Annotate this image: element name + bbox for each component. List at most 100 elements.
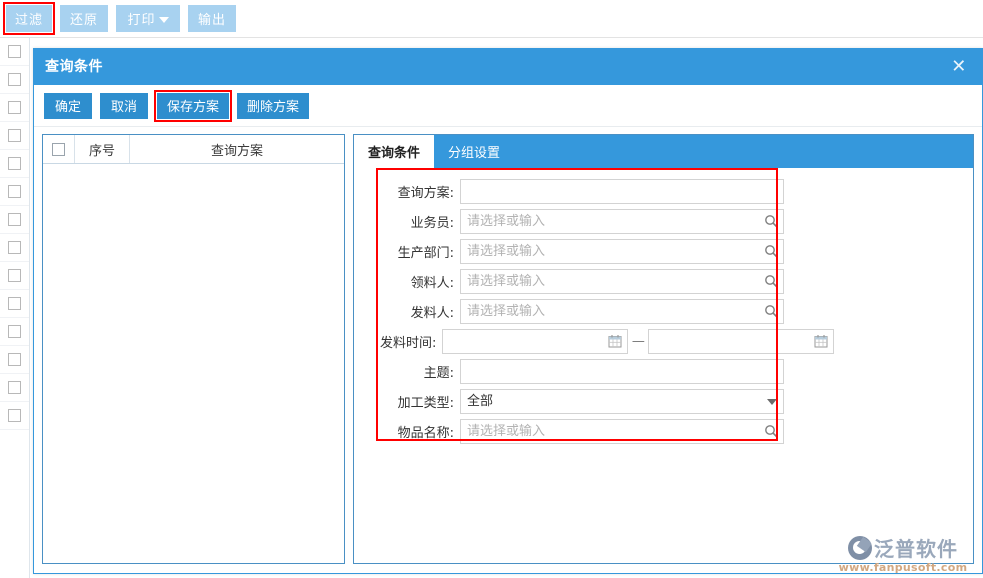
label-scheme-name: 查询方案:	[397, 185, 454, 201]
production-dept-input[interactable]	[460, 238, 784, 264]
top-toolbar: 过滤 还原 打印 输出	[0, 0, 983, 38]
scheme-name-input[interactable]	[460, 178, 784, 204]
dialog-body: 序号 查询方案 查询条件 分组设置 查询方案: 业务员: 请选择或输入 生产部门…	[34, 127, 982, 572]
subject-input[interactable]	[460, 358, 784, 384]
row-checkbox[interactable]	[8, 129, 21, 142]
chevron-down-icon	[158, 17, 169, 24]
row-checkbox[interactable]	[8, 409, 21, 422]
column-header-scheme: 查询方案	[210, 143, 263, 159]
scheme-list-panel: 序号 查询方案	[42, 134, 345, 564]
search-icon[interactable]	[762, 302, 780, 321]
date-range-separator: —	[631, 333, 645, 349]
export-button[interactable]: 输出	[188, 5, 236, 32]
table-row[interactable]	[0, 290, 29, 318]
field-row-scheme-name: 查询方案:	[380, 176, 784, 206]
tab-group-settings[interactable]: 分组设置	[434, 135, 514, 168]
issue-date-end-input[interactable]	[648, 328, 835, 354]
app-root: 过滤 还原 打印 输出 查询条件 ✕ 确定 取消 保存方案 删除方案 序号 查询…	[0, 0, 983, 578]
row-checkbox[interactable]	[8, 101, 21, 114]
date-range: —	[442, 328, 835, 354]
row-checkbox[interactable]	[8, 325, 21, 338]
query-form: 查询方案: 业务员: 请选择或输入 生产部门: 请选择或输入 领料人: 请选择或…	[380, 176, 835, 446]
dialog-action-bar: 确定 取消 保存方案 删除方案	[34, 85, 982, 127]
conditions-panel: 查询条件 分组设置 查询方案: 业务员: 请选择或输入 生产部门: 请选择或输入…	[353, 134, 974, 564]
restore-button[interactable]: 还原	[60, 5, 108, 32]
table-row[interactable]	[0, 346, 29, 374]
table-row[interactable]	[0, 234, 29, 262]
row-checkbox[interactable]	[8, 157, 21, 170]
table-row[interactable]	[0, 206, 29, 234]
label-item-name: 物品名称:	[397, 425, 454, 441]
background-grid	[0, 38, 30, 578]
table-row[interactable]	[0, 150, 29, 178]
select-all-cell[interactable]	[43, 135, 75, 163]
label-receiver: 领料人:	[410, 275, 454, 291]
print-button[interactable]: 打印	[116, 5, 180, 32]
print-button-label: 打印	[127, 12, 156, 27]
delete-scheme-button[interactable]: 删除方案	[237, 93, 309, 119]
date-start-box	[442, 328, 629, 354]
receiver-input[interactable]	[460, 268, 784, 294]
row-checkbox[interactable]	[8, 269, 21, 282]
table-row[interactable]	[0, 122, 29, 150]
issuer-input[interactable]	[460, 298, 784, 324]
table-row[interactable]	[0, 318, 29, 346]
scheme-table-body[interactable]	[43, 164, 344, 563]
field-row-receiver: 领料人:	[380, 266, 784, 296]
label-subject: 主题:	[423, 365, 454, 381]
tab-bar: 查询条件 分组设置	[354, 135, 973, 168]
control-receiver	[460, 268, 784, 294]
control-item-name	[460, 418, 784, 444]
field-row-issuer: 发料人:	[380, 296, 784, 326]
calendar-icon[interactable]	[812, 332, 830, 351]
salesperson-input[interactable]	[460, 208, 784, 234]
search-icon[interactable]	[762, 422, 780, 441]
search-icon[interactable]	[762, 212, 780, 231]
close-icon[interactable]: ✕	[944, 49, 974, 85]
search-icon[interactable]	[762, 272, 780, 291]
query-conditions-dialog: 查询条件 ✕ 确定 取消 保存方案 删除方案 序号 查询方案 查询条件 分组设置…	[33, 48, 983, 574]
field-row-subject: 主题:	[380, 356, 784, 386]
table-row[interactable]	[0, 402, 29, 430]
row-checkbox[interactable]	[8, 241, 21, 254]
control-process-type: 全部	[460, 388, 784, 414]
field-row-production-dept: 生产部门:	[380, 236, 784, 266]
label-issuer: 发料人:	[410, 305, 454, 321]
calendar-icon[interactable]	[606, 332, 624, 351]
save-scheme-button[interactable]: 保存方案	[157, 93, 229, 119]
filter-button[interactable]: 过滤	[6, 5, 52, 32]
row-checkbox[interactable]	[8, 45, 21, 58]
row-checkbox[interactable]	[8, 297, 21, 310]
select-all-checkbox[interactable]	[52, 142, 65, 156]
process-type-select[interactable]: 全部	[460, 388, 784, 414]
table-row[interactable]	[0, 66, 29, 94]
label-issue-date: 发料时间:	[380, 335, 437, 351]
cancel-button[interactable]: 取消	[100, 93, 148, 119]
search-icon[interactable]	[762, 242, 780, 261]
item-name-input[interactable]	[460, 418, 784, 444]
scheme-table-header: 序号 查询方案	[43, 135, 344, 164]
row-checkbox[interactable]	[8, 213, 21, 226]
label-production-dept: 生产部门:	[397, 245, 454, 261]
tab-query-conditions[interactable]: 查询条件	[354, 135, 435, 168]
row-checkbox[interactable]	[8, 353, 21, 366]
row-checkbox[interactable]	[8, 381, 21, 394]
control-salesperson	[460, 208, 784, 234]
label-salesperson: 业务员:	[410, 215, 454, 231]
row-checkbox[interactable]	[8, 73, 21, 86]
table-row[interactable]	[0, 94, 29, 122]
field-row-issue-date: 发料时间: —	[380, 326, 835, 356]
control-issue-date: —	[442, 328, 835, 354]
field-row-item-name: 物品名称:	[380, 416, 784, 446]
table-row[interactable]	[0, 178, 29, 206]
table-row[interactable]	[0, 374, 29, 402]
confirm-button[interactable]: 确定	[44, 93, 92, 119]
row-checkbox[interactable]	[8, 185, 21, 198]
control-scheme-name	[460, 178, 784, 204]
issue-date-start-input[interactable]	[442, 328, 629, 354]
table-row[interactable]	[0, 262, 29, 290]
page-title: 查询条件	[45, 59, 103, 75]
field-row-salesperson: 业务员:	[380, 206, 784, 236]
table-row[interactable]	[0, 38, 29, 66]
date-end-box	[648, 328, 835, 354]
